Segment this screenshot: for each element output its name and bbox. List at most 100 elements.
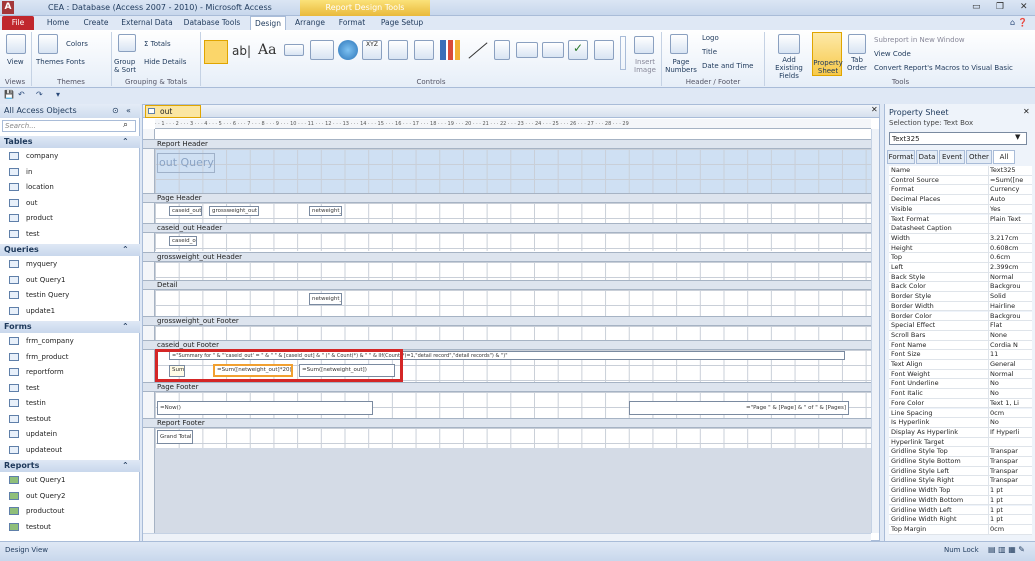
property-value[interactable]: Normal [990, 370, 1032, 380]
property-row[interactable]: Font Underline No [889, 379, 1032, 390]
property-row[interactable]: Gridline Style Top Transpar [889, 447, 1032, 457]
property-row[interactable]: Gridline Style Bottom Transpar [889, 457, 1032, 467]
property-value[interactable]: If Hyperli [990, 428, 1032, 438]
tab-page-setup[interactable]: Page Setup [376, 16, 428, 30]
property-value[interactable]: 0cm [990, 525, 1032, 535]
nav-item[interactable]: myquery [0, 257, 140, 272]
page-footer-now-textbox[interactable]: =Now() [157, 401, 373, 415]
property-value[interactable]: 1 pt [990, 506, 1032, 516]
customize-qat-icon[interactable]: ▾ [56, 90, 60, 99]
caseid-textbox[interactable]: caseid_ol [169, 236, 197, 246]
property-value[interactable]: 1 pt [990, 515, 1032, 525]
property-row[interactable]: Gridline Style Left Transpar [889, 466, 1032, 477]
property-row[interactable]: Top 0.6cm [889, 253, 1032, 263]
property-tab-data[interactable]: Data [916, 150, 938, 164]
property-value[interactable]: Solid [990, 292, 1032, 302]
property-value[interactable]: 11 [990, 350, 1032, 360]
nav-item[interactable]: test [0, 227, 140, 242]
property-row[interactable]: Gridline Width Bottom 1 pt [889, 495, 1032, 506]
property-value[interactable]: Text325 [990, 166, 1032, 176]
property-value[interactable]: Transpar [990, 457, 1032, 467]
image-control-icon[interactable] [594, 40, 614, 60]
section-detail[interactable]: Detail [143, 280, 871, 290]
property-value[interactable]: Flat [990, 321, 1032, 331]
property-tab-other[interactable]: Other [966, 150, 992, 164]
nav-item[interactable]: update1 [0, 304, 140, 319]
property-row[interactable]: Decimal Places Auto [889, 195, 1032, 205]
combo-box-icon[interactable] [516, 42, 538, 58]
ph-caseid-label[interactable]: caseid_out [169, 206, 202, 216]
property-value[interactable]: General [990, 360, 1032, 370]
property-value[interactable]: No [990, 379, 1032, 389]
property-tab-format[interactable]: Format [887, 150, 915, 164]
collapse-section-icon[interactable]: ⌃ [122, 244, 129, 256]
property-row[interactable]: Text Align General [889, 360, 1032, 370]
nav-item[interactable]: testout [0, 520, 140, 535]
line-control-icon[interactable] [468, 42, 488, 59]
nav-section-reports[interactable]: Reports ⌃ [0, 460, 140, 472]
tab-format[interactable]: Format [334, 16, 370, 30]
property-row[interactable]: Is Hyperlink No [889, 418, 1032, 428]
logo-button[interactable]: Logo [702, 34, 719, 42]
close-document-icon[interactable]: ✕ [871, 105, 878, 114]
property-value[interactable]: Plain Text [990, 215, 1032, 225]
close-property-sheet-icon[interactable]: ✕ [1023, 107, 1030, 116]
property-value[interactable]: 0.6cm [990, 253, 1032, 263]
tab-database-tools[interactable]: Database Tools [180, 16, 244, 30]
property-value[interactable]: 3.217cm [990, 234, 1032, 244]
hyperlink-globe-icon[interactable] [338, 40, 358, 60]
chart-control-icon[interactable] [440, 40, 460, 60]
nav-item[interactable]: frm_company [0, 334, 140, 349]
property-value[interactable]: Backgrou [990, 312, 1032, 322]
tab-control-icon[interactable] [310, 40, 334, 60]
property-row[interactable]: Format Currency [889, 185, 1032, 196]
section-report-footer[interactable]: Report Footer [143, 418, 871, 428]
search-icon[interactable]: ⌕ [123, 120, 128, 130]
group-sort-icon[interactable] [118, 34, 136, 52]
property-row[interactable]: Line Spacing 0cm [889, 408, 1032, 419]
property-value[interactable]: None [990, 331, 1032, 341]
nav-item[interactable]: product [0, 211, 140, 226]
collapse-section-icon[interactable]: ⌃ [122, 460, 129, 472]
nav-item[interactable]: test [0, 381, 140, 396]
label-control-icon[interactable]: Aa [258, 42, 276, 58]
controls-more-icon[interactable] [620, 36, 626, 70]
nav-search-input[interactable]: Search... [2, 120, 136, 132]
property-value[interactable]: =Sum([ne [990, 176, 1032, 186]
property-row[interactable]: Font Name Cordia N [889, 340, 1032, 351]
section-caseid-header[interactable]: caseid_out Header [143, 223, 871, 233]
view-switcher-icons[interactable]: ▤ ▥ ▦ ✎ [988, 545, 1025, 554]
section-page-header[interactable]: Page Header [143, 193, 871, 203]
nav-item[interactable]: out Query2 [0, 489, 140, 504]
access-logo-icon[interactable]: A [2, 1, 14, 14]
section-grossweight-header[interactable]: grossweight_out Header [143, 252, 871, 262]
nav-item[interactable]: testin [0, 396, 140, 411]
tab-home[interactable]: Home [40, 16, 76, 30]
rectangle-control-icon[interactable] [542, 42, 564, 58]
property-row[interactable]: Gridline Style Right Transpar [889, 476, 1032, 487]
nav-item[interactable]: out Query1 [0, 473, 140, 488]
textbox-control-icon[interactable]: ab| [232, 44, 251, 58]
property-row[interactable]: Special Effect Flat [889, 321, 1032, 331]
property-value[interactable]: No [990, 389, 1032, 399]
property-row[interactable]: Font Weight Normal [889, 369, 1032, 380]
themes-button[interactable]: Themes [36, 58, 64, 66]
property-row[interactable]: Datasheet Caption [889, 224, 1032, 234]
tab-design[interactable]: Design [250, 16, 286, 30]
property-row[interactable]: Border Width Hairline [889, 301, 1032, 312]
property-row[interactable]: Left 2.399cm [889, 263, 1032, 273]
property-row[interactable]: Control Source =Sum([ne [889, 175, 1032, 186]
navigation-control-icon[interactable] [388, 40, 408, 60]
property-value[interactable]: No [990, 418, 1032, 428]
property-row[interactable]: Gridline Width Top 1 pt [889, 486, 1032, 496]
property-row[interactable]: Border Style Solid [889, 292, 1032, 302]
nav-item[interactable]: out [0, 196, 140, 211]
property-row[interactable]: Display As Hyperlink If Hyperli [889, 427, 1032, 438]
convert-macros-button[interactable]: Convert Report's Macros to Visual Basic [874, 64, 1013, 72]
nav-item[interactable]: in [0, 165, 140, 180]
subreport-new-window-button[interactable]: Subreport in New Window [874, 36, 965, 44]
fonts-button[interactable]: Fonts [66, 58, 85, 66]
property-row[interactable]: Gridline Width Right 1 pt [889, 515, 1032, 525]
property-row[interactable]: Visible Yes [889, 204, 1032, 215]
property-value[interactable]: Yes [990, 205, 1032, 215]
